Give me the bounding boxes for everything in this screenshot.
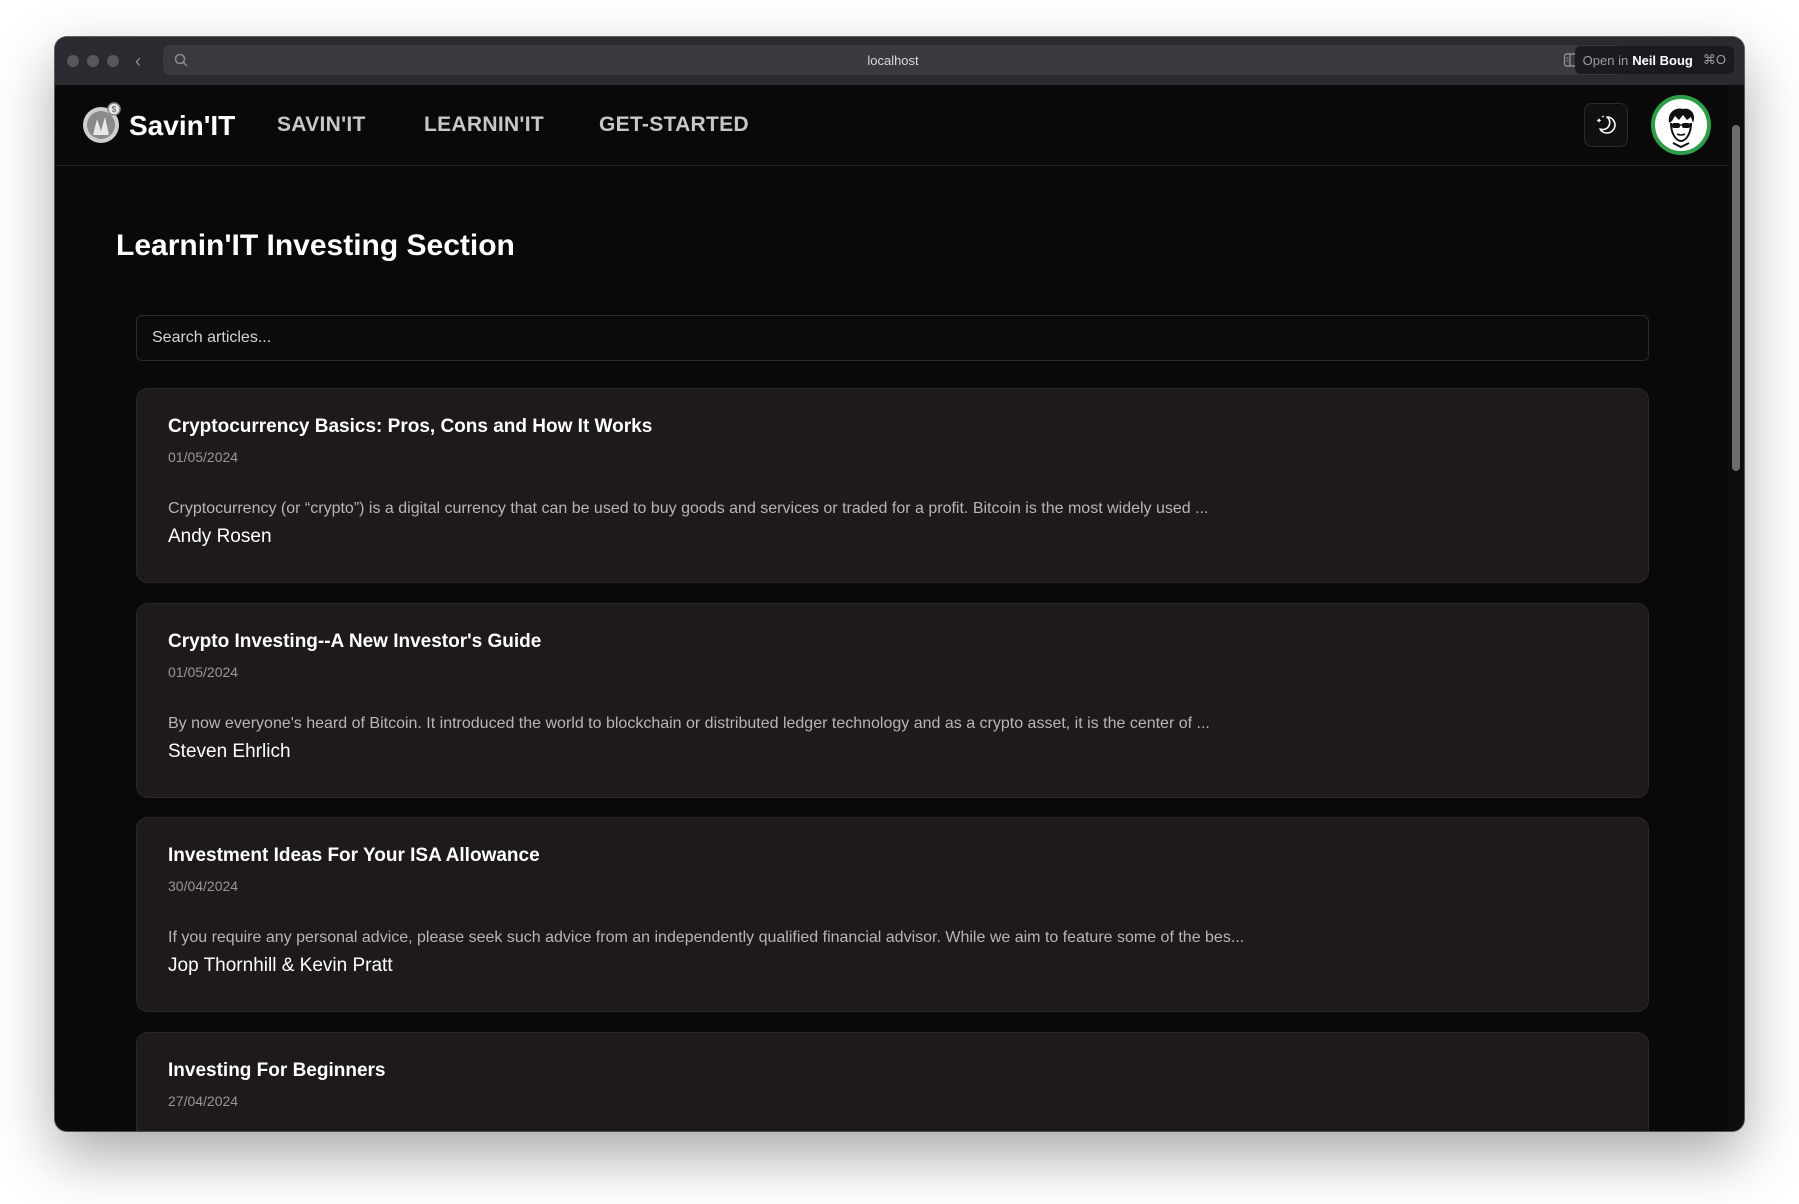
article-excerpt: By now everyone's heard of Bitcoin. It i… xyxy=(168,715,1210,732)
close-window-button[interactable] xyxy=(67,55,79,67)
open-in-name: Neil Boug xyxy=(1632,52,1693,68)
nav-link-get-started[interactable]: GET-STARTED xyxy=(599,113,749,137)
article-excerpt: If you require any personal advice, plea… xyxy=(168,929,1245,946)
article-excerpt: Cryptocurrency (or “crypto”) is a digita… xyxy=(168,500,1209,517)
article-title[interactable]: Cryptocurrency Basics: Pros, Cons and Ho… xyxy=(168,416,652,438)
article-card[interactable]: Cryptocurrency Basics: Pros, Cons and Ho… xyxy=(136,388,1649,583)
article-title[interactable]: Investing For Beginners xyxy=(168,1060,385,1082)
user-avatar[interactable] xyxy=(1651,95,1711,155)
brand-name[interactable]: Savin'IT xyxy=(129,110,235,142)
theme-toggle-button[interactable] xyxy=(1584,103,1628,147)
browser-titlebar: ‹ localhost Open in Neil Boug ⌘O xyxy=(55,37,1744,85)
minimize-window-button[interactable] xyxy=(87,55,99,67)
open-in-shortcut: ⌘O xyxy=(1702,52,1726,67)
search-articles-input[interactable] xyxy=(136,315,1649,361)
main-content: Learnin'IT Investing Section Cryptocurre… xyxy=(55,166,1728,1131)
nav-link-savinit[interactable]: SAVIN'IT xyxy=(277,113,366,137)
url-text: localhost xyxy=(867,52,919,68)
scrollbar-thumb[interactable] xyxy=(1732,125,1740,471)
back-arrow-icon[interactable]: ‹ xyxy=(135,51,153,72)
article-author: Steven Ehrlich xyxy=(168,741,291,762)
article-date: 27/04/2024 xyxy=(168,1093,239,1109)
article-card[interactable]: Investing For Beginners 27/04/2024 xyxy=(136,1032,1649,1131)
article-date: 01/05/2024 xyxy=(168,449,239,465)
window-controls xyxy=(67,55,119,67)
address-bar[interactable]: localhost xyxy=(163,45,1623,75)
avatar-face-icon xyxy=(1668,108,1695,149)
article-date: 01/05/2024 xyxy=(168,664,239,680)
open-in-prefix: Open in xyxy=(1582,52,1629,68)
page-title: Learnin'IT Investing Section xyxy=(116,229,515,262)
article-title[interactable]: Crypto Investing--A New Investor's Guide xyxy=(168,631,541,653)
browser-window: ‹ localhost Open in Neil Boug ⌘O $ Savin… xyxy=(55,37,1744,1131)
article-title[interactable]: Investment Ideas For Your ISA Allowance xyxy=(168,845,540,867)
savinit-logo-icon[interactable]: $ xyxy=(81,101,123,147)
moon-stars-icon xyxy=(1596,115,1616,134)
site-navbar: $ Savin'IT SAVIN'IT LEARNIN'IT GET-START… xyxy=(55,85,1728,166)
article-date: 30/04/2024 xyxy=(168,878,239,894)
nav-link-learnit[interactable]: LEARNIN'IT xyxy=(424,113,544,137)
article-author: Jop Thornhill & Kevin Pratt xyxy=(168,955,393,976)
maximize-window-button[interactable] xyxy=(107,55,119,67)
article-author: Andy Rosen xyxy=(168,526,272,547)
open-in-button[interactable]: Open in Neil Boug ⌘O xyxy=(1574,46,1734,74)
article-card[interactable]: Investment Ideas For Your ISA Allowance … xyxy=(136,817,1649,1012)
article-card[interactable]: Crypto Investing--A New Investor's Guide… xyxy=(136,603,1649,798)
page-scrollbar[interactable] xyxy=(1728,85,1744,1131)
svg-text:$: $ xyxy=(112,105,117,114)
